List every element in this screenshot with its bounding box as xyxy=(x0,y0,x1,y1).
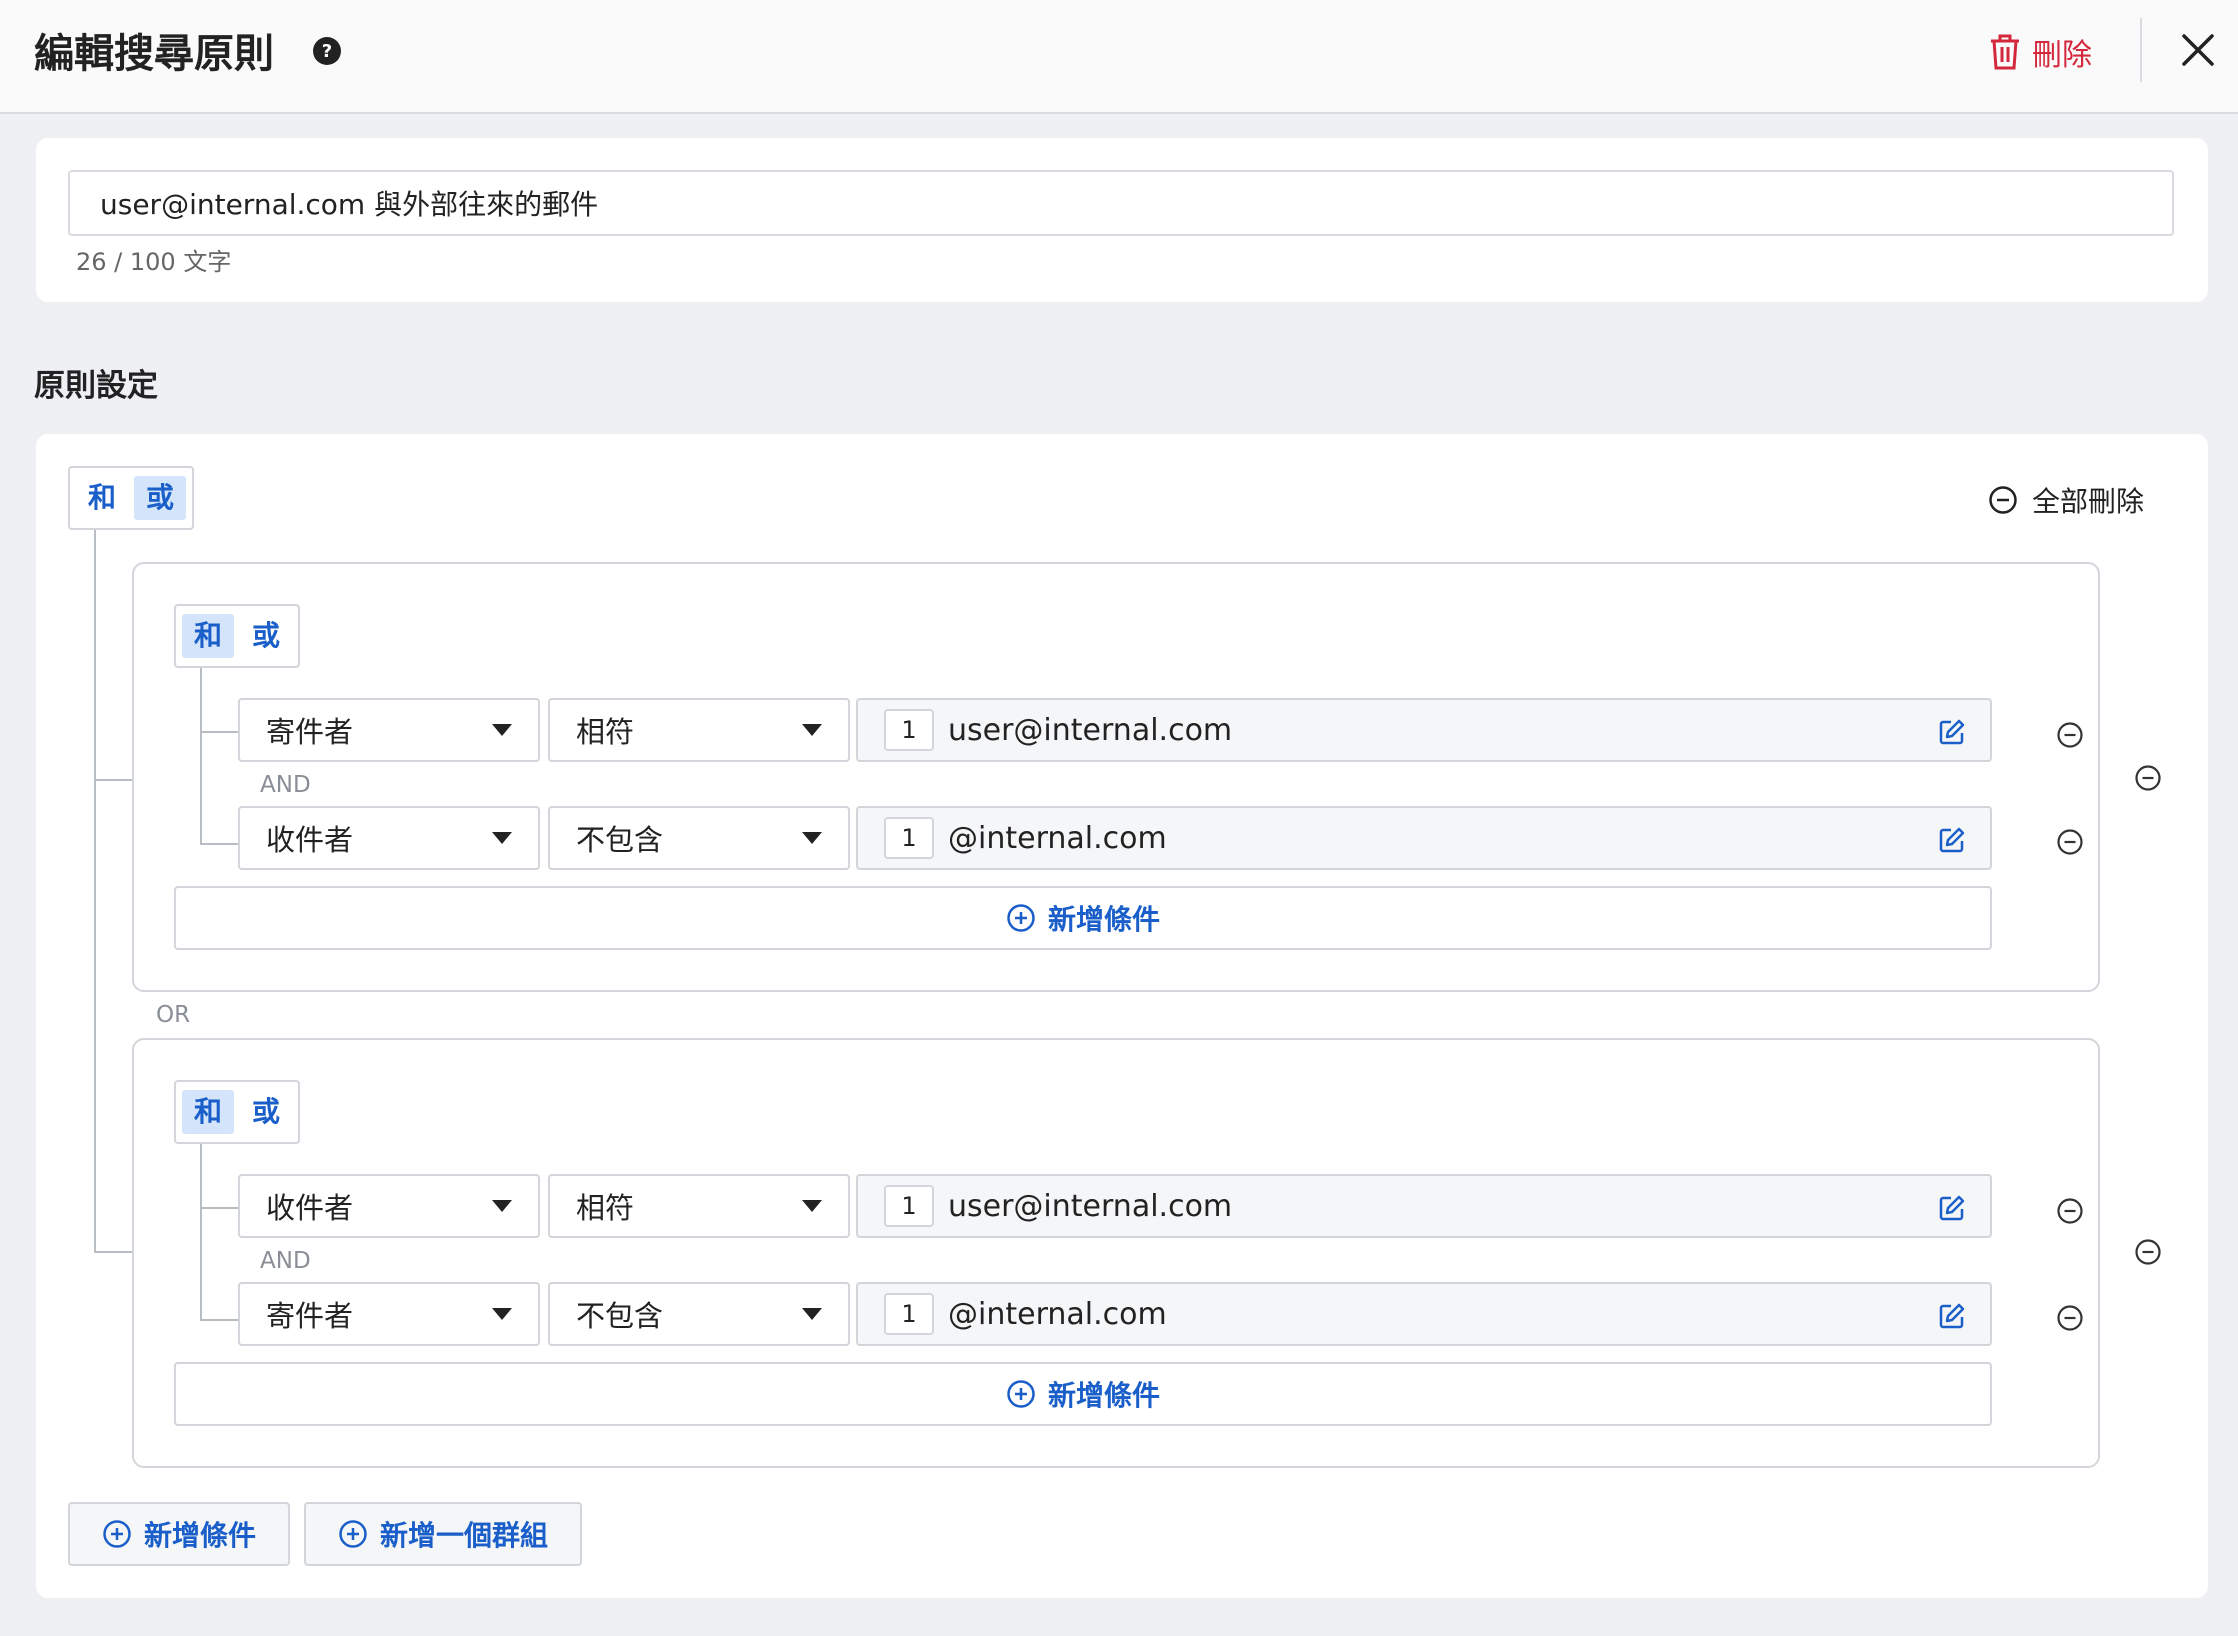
remove-condition-icon[interactable] xyxy=(2056,721,2084,749)
toggle-or-option[interactable]: 或 xyxy=(240,614,292,658)
operator-select[interactable]: 不包含 xyxy=(548,1282,850,1346)
caret-down-icon xyxy=(802,1308,822,1320)
group-logic-toggle: 和 或 xyxy=(174,604,301,668)
caret-down-icon xyxy=(492,724,512,736)
value-count-badge: 1 xyxy=(884,817,934,859)
svg-text:?: ? xyxy=(322,41,332,62)
add-condition-label: 新增條件 xyxy=(1047,1379,1160,1412)
field-select-value: 寄件者 xyxy=(266,1299,354,1333)
tree-line xyxy=(200,843,240,845)
tree-line xyxy=(200,731,240,733)
value-count-badge: 1 xyxy=(884,1293,934,1335)
field-select[interactable]: 寄件者 xyxy=(238,698,540,762)
value-text: @internal.com xyxy=(948,1296,1167,1332)
and-connector-label: AND xyxy=(260,772,311,798)
value-text: user@internal.com xyxy=(948,712,1233,748)
edit-icon[interactable] xyxy=(1938,718,1966,746)
add-condition-button[interactable]: 新增條件 xyxy=(68,1502,290,1566)
plus-circle-icon xyxy=(1007,1380,1035,1408)
field-select-value: 收件者 xyxy=(266,823,354,857)
add-condition-button[interactable]: 新增條件 xyxy=(174,1362,1992,1426)
remove-all-label: 全部刪除 xyxy=(2032,485,2145,518)
remove-condition-icon[interactable] xyxy=(2056,828,2084,856)
edit-icon[interactable] xyxy=(1938,1302,1966,1330)
tree-line xyxy=(94,530,96,1252)
field-select[interactable]: 收件者 xyxy=(238,1174,540,1238)
caret-down-icon xyxy=(492,1200,512,1212)
condition-group: 和 或 寄件者 相符 1 user@internal.com AND 收件者 不… xyxy=(132,562,2100,992)
edit-icon[interactable] xyxy=(1938,1194,1966,1222)
value-text: @internal.com xyxy=(948,820,1167,856)
help-icon[interactable]: ? xyxy=(312,36,342,66)
caret-down-icon xyxy=(802,1200,822,1212)
remove-condition-icon[interactable] xyxy=(2056,1197,2084,1225)
add-condition-button[interactable]: 新增條件 xyxy=(174,886,1992,950)
value-text: user@internal.com xyxy=(948,1188,1233,1224)
remove-group-icon[interactable] xyxy=(2134,1238,2162,1266)
rules-card: 和 或 全部刪除 和 或 寄件者 相符 1 user@internal.com … xyxy=(36,434,2208,1598)
and-connector-label: AND xyxy=(260,1248,311,1274)
operator-select-value: 不包含 xyxy=(576,1299,664,1333)
add-condition-label: 新增條件 xyxy=(1047,903,1160,936)
add-condition-label: 新增條件 xyxy=(143,1519,256,1552)
delete-label: 刪除 xyxy=(2032,38,2092,73)
caret-down-icon xyxy=(492,832,512,844)
remove-group-icon[interactable] xyxy=(2134,764,2162,792)
tree-line xyxy=(200,1144,202,1320)
tree-line xyxy=(200,1319,240,1321)
operator-select-value: 相符 xyxy=(576,1191,635,1225)
field-select-value: 收件者 xyxy=(266,1191,354,1225)
caret-down-icon xyxy=(492,1308,512,1320)
toggle-and-option[interactable]: 和 xyxy=(182,614,235,658)
operator-select[interactable]: 不包含 xyxy=(548,806,850,870)
operator-select-value: 不包含 xyxy=(576,823,664,857)
plus-circle-icon xyxy=(339,1520,367,1548)
caret-down-icon xyxy=(802,724,822,736)
edit-icon[interactable] xyxy=(1938,826,1966,854)
char-count: 26 / 100 文字 xyxy=(76,248,232,276)
caret-down-icon xyxy=(802,832,822,844)
page-title: 編輯搜尋原則 xyxy=(34,31,274,77)
tree-line xyxy=(200,668,202,844)
toggle-and-option[interactable]: 和 xyxy=(76,476,128,520)
name-card: 26 / 100 文字 xyxy=(36,138,2208,302)
value-field[interactable]: 1 user@internal.com xyxy=(856,1174,1992,1238)
remove-condition-icon[interactable] xyxy=(2056,1304,2084,1332)
remove-all-button[interactable]: 全部刪除 xyxy=(1988,478,2144,522)
toggle-or-option[interactable]: 或 xyxy=(134,476,187,520)
operator-select-value: 相符 xyxy=(576,715,635,749)
field-select-value: 寄件者 xyxy=(266,715,354,749)
group-logic-toggle: 和 或 xyxy=(174,1080,301,1144)
value-field[interactable]: 1 @internal.com xyxy=(856,806,1992,870)
section-title: 原則設定 xyxy=(34,368,158,404)
add-group-label: 新增一個群組 xyxy=(379,1519,548,1552)
top-logic-toggle: 和 或 xyxy=(68,466,195,530)
dialog-header: 編輯搜尋原則 ? 刪除 xyxy=(0,0,2238,114)
policy-name-input[interactable] xyxy=(68,170,2174,236)
add-group-button[interactable]: 新增一個群組 xyxy=(304,1502,582,1566)
field-select[interactable]: 收件者 xyxy=(238,806,540,870)
header-divider xyxy=(2140,18,2142,82)
toggle-or-option[interactable]: 或 xyxy=(240,1090,292,1134)
value-count-badge: 1 xyxy=(884,709,934,751)
minus-circle-icon xyxy=(1989,486,2017,514)
field-select[interactable]: 寄件者 xyxy=(238,1282,540,1346)
value-field[interactable]: 1 user@internal.com xyxy=(856,698,1992,762)
close-icon[interactable] xyxy=(2180,32,2216,68)
or-connector-label: OR xyxy=(156,1002,191,1028)
tree-line xyxy=(200,1207,240,1209)
value-count-badge: 1 xyxy=(884,1185,934,1227)
trash-icon xyxy=(1991,34,2019,70)
delete-button[interactable]: 刪除 xyxy=(1988,28,2092,76)
toggle-and-option[interactable]: 和 xyxy=(182,1090,235,1134)
value-field[interactable]: 1 @internal.com xyxy=(856,1282,1992,1346)
plus-circle-icon xyxy=(1007,904,1035,932)
plus-circle-icon xyxy=(103,1520,131,1548)
operator-select[interactable]: 相符 xyxy=(548,1174,850,1238)
condition-group: 和 或 收件者 相符 1 user@internal.com AND 寄件者 不… xyxy=(132,1038,2100,1468)
operator-select[interactable]: 相符 xyxy=(548,698,850,762)
